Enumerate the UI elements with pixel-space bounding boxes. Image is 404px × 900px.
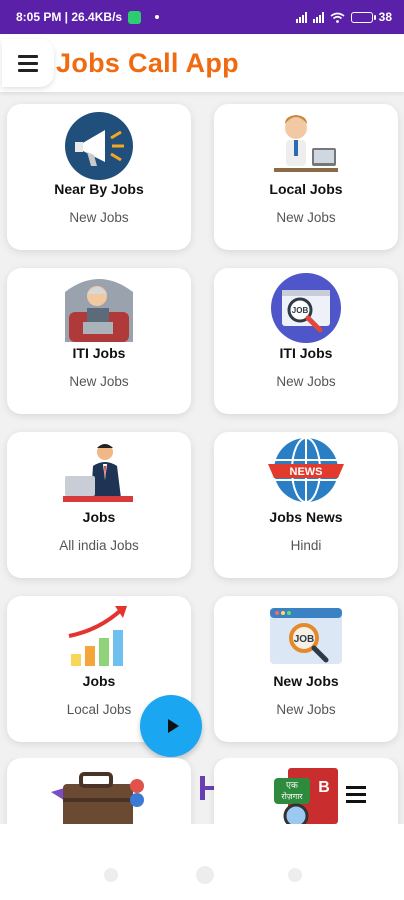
svg-text:JOB: JOB xyxy=(292,306,309,315)
svg-text:NEWS: NEWS xyxy=(290,466,323,478)
back-button[interactable] xyxy=(288,868,302,882)
card-title: ITI Jobs xyxy=(72,345,126,361)
svg-text:रोज़गार: रोज़गार xyxy=(281,791,303,801)
book-icon: एक रोज़गार B xyxy=(274,768,338,824)
card-title: Jobs xyxy=(82,673,116,689)
card-subtitle: All india Jobs xyxy=(59,538,139,553)
status-left: 8:05 PM | 26.4KB/s xyxy=(16,10,160,24)
card-subtitle: New Jobs xyxy=(69,210,129,225)
battery-percent: 38 xyxy=(378,10,392,24)
briefcase-icon xyxy=(51,772,144,824)
battery-icon xyxy=(350,11,376,23)
partial-card-left[interactable] xyxy=(7,758,191,824)
wifi-icon xyxy=(330,12,345,23)
play-fab-button[interactable] xyxy=(140,695,202,757)
card-title: ITI Jobs xyxy=(279,345,333,361)
growth-chart-icon xyxy=(68,606,127,666)
businessman-laptop-icon xyxy=(63,444,133,502)
megaphone-icon xyxy=(65,112,133,180)
notification-dot-icon xyxy=(155,15,160,19)
card-title: Local Jobs xyxy=(269,181,343,197)
hamburger-line xyxy=(18,61,38,65)
hamburger-line xyxy=(18,54,38,58)
menu-button[interactable] xyxy=(2,39,54,87)
home-button[interactable] xyxy=(196,866,214,884)
card-iti-jobs[interactable]: ITI Jobs New Jobs xyxy=(7,268,191,414)
card-title: Jobs xyxy=(82,509,116,525)
status-time-speed: 8:05 PM | 26.4KB/s xyxy=(16,10,123,24)
card-title: New Jobs xyxy=(273,673,339,689)
svg-text:एक: एक xyxy=(286,781,299,791)
hamburger-line xyxy=(18,68,38,72)
card-subtitle: New Jobs xyxy=(276,702,336,717)
bottom-partial-row: एक रोज़गार B xyxy=(0,758,404,824)
signal-icon xyxy=(295,11,307,23)
card-title: Jobs News xyxy=(269,509,343,525)
app-title: Jobs Call App xyxy=(56,47,239,78)
laptop-worker-icon xyxy=(65,279,133,342)
card-near-by-jobs[interactable]: Near By Jobs New Jobs xyxy=(7,104,191,250)
signal-icon-2 xyxy=(312,11,324,23)
status-right: 38 xyxy=(295,10,392,24)
job-search-icon: JOB xyxy=(271,273,341,343)
card-new-jobs[interactable]: JOB New Jobs New Jobs xyxy=(214,596,398,742)
card-jobs-news[interactable]: NEWS Jobs News Hindi xyxy=(214,432,398,578)
status-bar: 8:05 PM | 26.4KB/s 38 xyxy=(0,0,404,34)
svg-text:JOB: JOB xyxy=(294,634,315,645)
app-bar: Jobs Call App xyxy=(0,34,404,92)
job-magnifier-icon: JOB xyxy=(270,608,342,664)
card-jobs-all-india[interactable]: Jobs All india Jobs xyxy=(7,432,191,578)
office-worker-icon xyxy=(274,115,338,172)
partial-card-right[interactable]: एक रोज़गार B xyxy=(214,758,398,824)
card-subtitle: New Jobs xyxy=(69,374,129,389)
whatsapp-icon xyxy=(128,10,142,24)
card-subtitle: New Jobs xyxy=(276,374,336,389)
card-subtitle: New Jobs xyxy=(276,210,336,225)
system-nav-bar xyxy=(0,824,404,900)
recent-apps-button[interactable] xyxy=(104,868,118,882)
card-iti-jobs-2[interactable]: JOB ITI Jobs New Jobs xyxy=(214,268,398,414)
card-local-jobs[interactable]: Local Jobs New Jobs xyxy=(214,104,398,250)
card-title: Near By Jobs xyxy=(54,181,144,197)
card-subtitle: Hindi xyxy=(290,538,322,553)
list-menu-icon[interactable] xyxy=(346,786,366,803)
globe-news-icon: NEWS xyxy=(268,437,344,503)
svg-text:B: B xyxy=(318,779,330,796)
